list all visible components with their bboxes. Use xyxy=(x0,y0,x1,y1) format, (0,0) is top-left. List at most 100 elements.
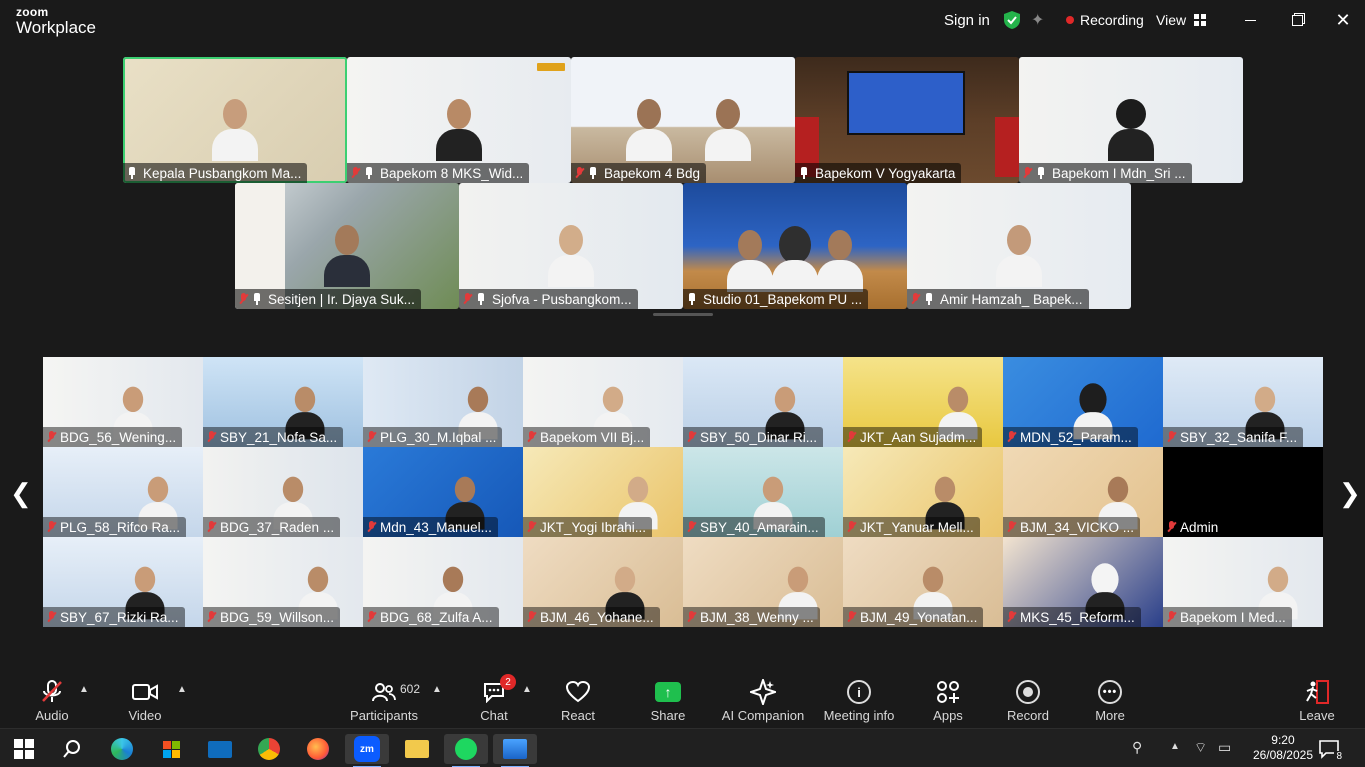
next-page-arrow-icon[interactable]: ❯ xyxy=(1339,478,1361,509)
sign-in-button[interactable]: Sign in xyxy=(944,0,990,40)
previous-page-arrow-icon[interactable]: ❮ xyxy=(10,478,32,509)
video-tile[interactable]: Amir Hamzah_ Bapek... xyxy=(907,183,1131,309)
edge-taskbar-button[interactable] xyxy=(100,734,144,764)
zoom-workplace-logo: zoom Workplace xyxy=(16,6,96,36)
show-hidden-icons-caret-icon[interactable]: ▲ xyxy=(1170,741,1180,752)
search-button[interactable] xyxy=(50,734,94,764)
more-button[interactable]: ••• More xyxy=(1070,678,1150,723)
muted-mic-icon xyxy=(47,611,56,623)
chat-options-caret-icon[interactable]: ▲ xyxy=(522,684,532,695)
apps-label: Apps xyxy=(933,708,963,723)
participant-video xyxy=(626,99,673,162)
view-button[interactable]: View xyxy=(1156,0,1207,40)
video-button[interactable]: Video xyxy=(105,678,185,723)
recording-indicator[interactable]: Recording xyxy=(1066,0,1144,40)
start-button[interactable] xyxy=(2,734,46,764)
security-shield-icon[interactable] xyxy=(1003,0,1021,40)
muted-mic-icon xyxy=(47,431,56,443)
notification-center-button[interactable]: 8 xyxy=(1312,734,1346,764)
participant-name-label: BDG_59_Willson... xyxy=(203,607,341,627)
video-tile[interactable]: Bapekom 4 Bdg xyxy=(571,57,795,183)
video-tile[interactable]: SBY_32_Sanifa F... xyxy=(1163,357,1323,447)
ai-companion-button[interactable]: AI Companion xyxy=(708,678,818,723)
video-tile[interactable]: MDN_52_Param... xyxy=(1003,357,1163,447)
maximize-button[interactable] xyxy=(1285,8,1309,32)
mail-taskbar-button[interactable] xyxy=(198,734,242,764)
video-tile[interactable]: BJM_46_Yohane... xyxy=(523,537,683,627)
video-tile[interactable]: Sjofva - Pusbangkom... xyxy=(459,183,683,309)
video-tile[interactable]: Kepala Pusbangkom Ma... xyxy=(123,57,347,183)
store-taskbar-button[interactable] xyxy=(149,734,193,764)
audio-options-caret-icon[interactable]: ▲ xyxy=(79,684,89,695)
meeting-toolbar: Audio ▲ Video ▲ Participants 602 ▲ 2 Cha… xyxy=(0,670,1365,728)
search-icon xyxy=(63,740,80,758)
people-icon[interactable]: ⚲ xyxy=(1132,739,1142,756)
video-options-caret-icon[interactable]: ▲ xyxy=(177,684,187,695)
video-tile[interactable]: BDG_68_Zulfa A... xyxy=(363,537,523,627)
meeting-info-button[interactable]: i Meeting info xyxy=(814,678,904,723)
minimize-button[interactable] xyxy=(1238,8,1262,32)
video-tile[interactable]: JKT_Yogi Ibrahi... xyxy=(523,447,683,537)
participant-name-label: Bapekom I Mdn_Sri ... xyxy=(1019,163,1192,183)
video-tile[interactable]: SBY_40_Amarain... xyxy=(683,447,843,537)
muted-mic-icon xyxy=(207,611,216,623)
leave-button[interactable]: Leave xyxy=(1277,678,1357,723)
video-tile[interactable]: Bapekom V Yogyakarta xyxy=(795,57,1019,183)
leave-icon xyxy=(1304,678,1330,706)
participant-video xyxy=(436,99,482,162)
ai-sparkle-icon[interactable]: ✦ xyxy=(1031,0,1044,40)
video-tile[interactable]: BJM_49_Yonatan... xyxy=(843,537,1003,627)
firefox-taskbar-button[interactable] xyxy=(296,734,340,764)
video-tile[interactable]: BJM_38_Wenny ... xyxy=(683,537,843,627)
close-button[interactable]: ✕ xyxy=(1331,8,1355,32)
participants-options-caret-icon[interactable]: ▲ xyxy=(432,684,442,695)
video-tile[interactable]: JKT_Aan Sujadm... xyxy=(843,357,1003,447)
flag-icon xyxy=(995,117,1019,177)
video-tile[interactable]: MKS_45_Reform... xyxy=(1003,537,1163,627)
video-tile[interactable]: BJM_34_VICKO ... xyxy=(1003,447,1163,537)
participant-name-label: Sjofva - Pusbangkom... xyxy=(459,289,638,309)
video-tile[interactable]: BDG_37_Raden ... xyxy=(203,447,363,537)
battery-icon[interactable]: ▭ xyxy=(1218,739,1231,756)
participant-name-label: BDG_68_Zulfa A... xyxy=(363,607,499,627)
logo-workplace: Workplace xyxy=(16,18,96,37)
react-button[interactable]: React xyxy=(538,678,618,723)
chat-unread-badge: 2 xyxy=(500,674,516,690)
video-tile[interactable]: BDG_56_Wening... xyxy=(43,357,203,447)
participant-name-label: Admin xyxy=(1163,517,1225,537)
video-tile[interactable]: Bapekom 8 MKS_Wid... xyxy=(347,57,571,183)
spotify-taskbar-button[interactable] xyxy=(444,734,488,767)
explorer-taskbar-button[interactable] xyxy=(395,734,439,764)
video-tile[interactable]: Studio 01_Bapekom PU ... xyxy=(683,183,907,309)
video-tile[interactable]: PLG_58_Rifco Ra... xyxy=(43,447,203,537)
video-tile[interactable]: PLG_30_M.Iqbal ... xyxy=(363,357,523,447)
system-clock[interactable]: 9:20 26/08/2025 xyxy=(1253,733,1313,763)
video-tile[interactable]: Sesitjen | Ir. Djaya Suk... xyxy=(235,183,459,309)
participants-icon xyxy=(372,678,396,706)
chrome-taskbar-button[interactable] xyxy=(247,734,291,764)
video-tile[interactable]: BDG_59_Willson... xyxy=(203,537,363,627)
participant-video xyxy=(212,99,258,162)
muted-mic-icon xyxy=(367,521,376,533)
network-icon[interactable]: ⌔ xyxy=(1194,739,1207,757)
record-button[interactable]: Record xyxy=(988,678,1068,723)
participant-name-label: BJM_49_Yonatan... xyxy=(843,607,984,627)
video-tile[interactable]: SBY_67_Rizki Ra... xyxy=(43,537,203,627)
video-tile[interactable]: Admin xyxy=(1163,447,1323,537)
video-tile[interactable]: SBY_50_Dinar Ri... xyxy=(683,357,843,447)
apps-button[interactable]: Apps xyxy=(908,678,988,723)
gallery-scrollbar[interactable] xyxy=(653,313,713,316)
video-tile[interactable]: JKT_Yanuar Mell... xyxy=(843,447,1003,537)
video-tile[interactable]: Bapekom I Mdn_Sri ... xyxy=(1019,57,1243,183)
muted-mic-icon xyxy=(687,611,696,623)
video-tile[interactable]: Mdn_43_Manuel... xyxy=(363,447,523,537)
video-tile[interactable]: SBY_21_Nofa Sa... xyxy=(203,357,363,447)
video-tile[interactable]: Bapekom I Med... xyxy=(1163,537,1323,627)
video-tile[interactable]: Bapekom VII Bj... xyxy=(523,357,683,447)
zoom-taskbar-button[interactable]: zm xyxy=(345,734,389,767)
photos-taskbar-button[interactable] xyxy=(493,734,537,767)
pin-icon xyxy=(588,167,598,179)
share-screen-icon: ↑ xyxy=(655,678,681,706)
participant-name-label: Bapekom VII Bj... xyxy=(523,427,651,447)
share-button[interactable]: ↑ Share xyxy=(628,678,708,723)
